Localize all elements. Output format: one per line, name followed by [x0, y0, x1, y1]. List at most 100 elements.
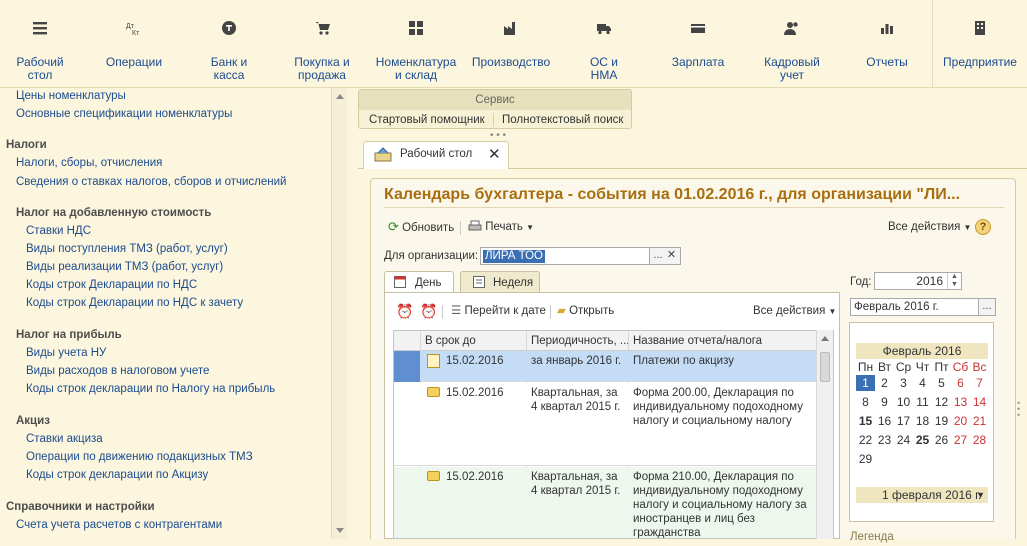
splitter-dots[interactable]: • • • — [1017, 399, 1020, 420]
nav-group-header: Налоги — [6, 139, 47, 151]
calendar-day[interactable]: 10 — [894, 394, 913, 410]
calendar-day[interactable]: 15 — [856, 413, 875, 429]
calendar-day[interactable]: 2 — [875, 375, 894, 391]
nav-link[interactable]: Коды строк Декларации по НДС — [26, 279, 197, 291]
calendar-day[interactable]: 7 — [970, 375, 989, 391]
calendar-day[interactable]: 8 — [856, 394, 875, 410]
nav-link[interactable]: Цены номенклатуры — [16, 90, 126, 102]
table-row[interactable]: 15.02.2016 за январь 2016 г. Платежи по … — [394, 351, 833, 382]
section-cart[interactable]: Покупка и продажа — [276, 0, 368, 88]
alarm-on-icon[interactable]: ⏰ — [396, 303, 413, 320]
calendar-day[interactable]: 20 — [951, 413, 970, 429]
section-building[interactable]: Предприятие — [934, 0, 1026, 88]
calendar-day[interactable]: 12 — [932, 394, 951, 410]
section-truck[interactable]: ОС и НМА — [558, 0, 650, 88]
calendar-day[interactable]: 21 — [970, 413, 989, 429]
nav-link[interactable]: Виды расходов в налоговом учете — [26, 365, 209, 377]
calendar-day[interactable]: 16 — [875, 413, 894, 429]
month-select-button[interactable]: ... — [978, 298, 996, 316]
all-actions-menu[interactable]: Все действия ▼ — [888, 218, 971, 236]
nav-link[interactable]: Ставки НДС — [26, 225, 91, 237]
print-button[interactable]: Печать ▼ — [468, 218, 534, 236]
calendar-day[interactable]: 1 — [856, 375, 875, 391]
column-header-period[interactable]: Периодичность, ... — [531, 334, 629, 348]
calendar-day[interactable]: 23 — [875, 432, 894, 448]
section-dtkt[interactable]: Дт Кт Операции — [88, 0, 180, 88]
nav-link[interactable]: Ставки акциза — [26, 433, 103, 445]
nav-link[interactable]: Налоги, сборы, отчисления — [16, 157, 162, 169]
calendar-day[interactable]: 11 — [913, 394, 932, 410]
svg-text:Кт: Кт — [132, 30, 140, 36]
nav-link[interactable]: Операции по движению подакцизных ТМЗ — [26, 451, 253, 463]
calendar-day[interactable]: 13 — [951, 394, 970, 410]
nav-link[interactable]: Виды реализации ТМЗ (работ, услуг) — [26, 261, 223, 273]
table-header: В срок до Периодичность, ... Название от… — [394, 331, 833, 351]
calendar-day[interactable]: 5 — [932, 375, 951, 391]
calendar-day[interactable]: 27 — [951, 432, 970, 448]
splitter-dots[interactable]: • • • — [490, 130, 506, 141]
calendar-day[interactable]: 9 — [875, 394, 894, 410]
table-scrollbar[interactable] — [816, 330, 833, 539]
month-calendar: Февраль 2016 1 февраля 2016 г. ▼ Пн Вт Ср Ч… — [849, 322, 994, 522]
calendar-day[interactable]: 26 — [932, 432, 951, 448]
calendar-footer[interactable]: 1 февраля 2016 г. ▼ — [856, 487, 988, 503]
table-row[interactable]: 15.02.2016 Квартальная, за 4 квартал 201… — [394, 383, 833, 466]
calendar-day[interactable]: 4 — [913, 375, 932, 391]
table-row[interactable]: 15.02.2016 Квартальная, за 4 квартал 201… — [394, 467, 833, 538]
calendar-day[interactable]: 3 — [894, 375, 913, 391]
nav-link[interactable]: Коды строк декларации по Налогу на прибы… — [26, 383, 275, 395]
section-menu[interactable]: Рабочий стол — [0, 0, 86, 88]
close-icon[interactable]: ✕ — [488, 145, 501, 163]
nav-link[interactable]: Виды учета НУ — [26, 347, 106, 359]
calendar-day[interactable]: 24 — [894, 432, 913, 448]
open-button[interactable]: ▰ Открыть — [557, 302, 614, 320]
calendar-day[interactable]: 19 — [932, 413, 951, 429]
refresh-button[interactable]: ⟳ Обновить — [388, 218, 454, 236]
goto-date-button[interactable]: ☰ Перейти к дате — [451, 302, 546, 320]
document-icon — [427, 354, 440, 368]
events-table: В срок до Периодичность, ... Название от… — [393, 330, 834, 539]
alarm-off-icon[interactable]: ⏰ — [420, 303, 437, 320]
fulltext-search-link[interactable]: Полнотекстовый поиск — [502, 111, 623, 129]
calendar-day[interactable]: 25 — [913, 432, 932, 448]
column-header-name[interactable]: Название отчета/налога — [633, 334, 762, 348]
tab-day[interactable]: День — [384, 271, 454, 293]
section-wallet[interactable]: Зарплата — [652, 0, 744, 88]
calendar-day[interactable]: 22 — [856, 432, 875, 448]
document-icon — [427, 387, 440, 397]
chevron-down-icon: ▼ — [963, 223, 972, 232]
section-grid[interactable]: Номенклатура и склад — [370, 0, 462, 88]
all-actions-label: Все действия — [888, 221, 961, 233]
organization-field[interactable]: ЛИРА ТОО — [480, 247, 650, 265]
section-barchart[interactable]: Отчеты — [841, 0, 933, 88]
section-factory[interactable]: Производство — [465, 0, 557, 88]
section-label: Предприятие — [943, 55, 1017, 69]
calendar-day[interactable]: 18 — [913, 413, 932, 429]
chevron-down-icon: ▼ — [526, 223, 535, 232]
sections-divider — [932, 0, 933, 88]
nav-link[interactable]: Виды поступления ТМЗ (работ, услуг) — [26, 243, 228, 255]
grid-all-actions-menu[interactable]: Все действия ▼ — [753, 302, 836, 320]
calendar-day[interactable]: 29 — [856, 451, 875, 467]
nav-link[interactable]: Основные спецификации номенклатуры — [16, 108, 232, 120]
left-nav-scrollbar[interactable] — [331, 88, 347, 539]
nav-link[interactable]: Коды строк декларации по Акцизу — [26, 469, 208, 481]
month-field[interactable]: Февраль 2016 г. — [850, 298, 980, 316]
calendar-day[interactable]: 6 — [951, 375, 970, 391]
nav-link[interactable]: Сведения о ставках налогов, сборов и отч… — [16, 176, 287, 188]
help-icon[interactable]: ? — [975, 219, 991, 235]
tab-desktop[interactable]: Рабочий стол ✕ — [363, 141, 509, 169]
nav-link[interactable]: Коды строк Декларации по НДС к зачету — [26, 297, 243, 309]
org-clear-button[interactable]: ✕ — [663, 247, 681, 265]
calendar-day[interactable]: 14 — [970, 394, 989, 410]
tab-week[interactable]: Неделя — [460, 271, 540, 293]
year-spin-button[interactable]: ▲ ▼ — [947, 273, 961, 289]
column-header-deadline[interactable]: В срок до — [425, 334, 476, 348]
calendar-day[interactable]: 17 — [894, 413, 913, 429]
section-label: Производство — [471, 55, 551, 69]
calendar-day[interactable]: 28 — [970, 432, 989, 448]
section-people[interactable]: Кадровый учет — [746, 0, 838, 88]
section-coin[interactable]: Банк и касса — [183, 0, 275, 88]
nav-link[interactable]: Счета учета расчетов с контрагентами — [16, 519, 222, 531]
start-assistant-link[interactable]: Стартовый помощник — [369, 111, 485, 129]
